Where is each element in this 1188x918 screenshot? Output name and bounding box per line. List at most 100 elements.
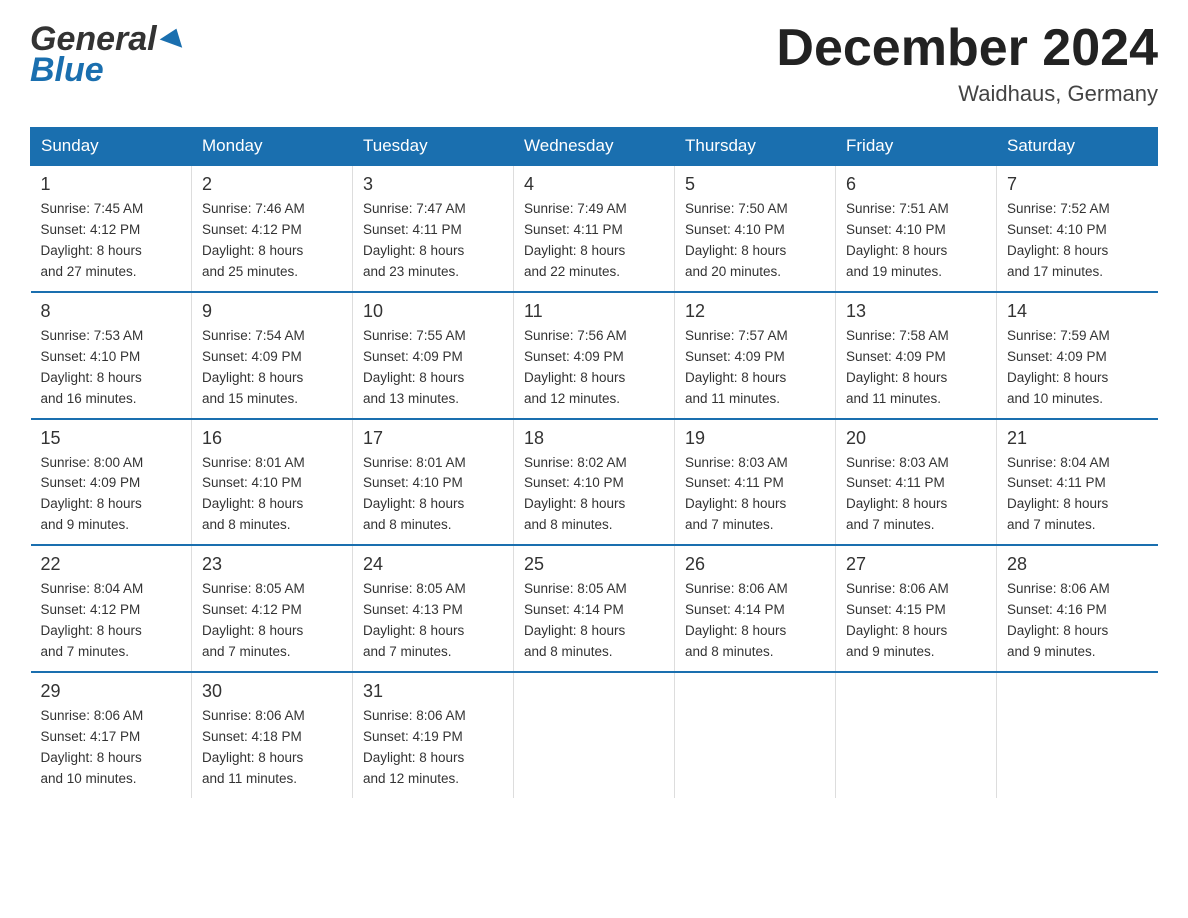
day-number: 11 xyxy=(524,301,664,322)
page-header: General Blue December 2024 Waidhaus, Ger… xyxy=(30,20,1158,107)
day-info: Sunrise: 8:00 AMSunset: 4:09 PMDaylight:… xyxy=(41,453,182,537)
header-monday: Monday xyxy=(192,128,353,166)
day-cell: 1 Sunrise: 7:45 AMSunset: 4:12 PMDayligh… xyxy=(31,165,192,292)
day-cell: 21 Sunrise: 8:04 AMSunset: 4:11 PMDaylig… xyxy=(997,419,1158,546)
day-info: Sunrise: 8:06 AMSunset: 4:18 PMDaylight:… xyxy=(202,706,342,790)
day-cell xyxy=(675,672,836,798)
day-number: 22 xyxy=(41,554,182,575)
month-title: December 2024 xyxy=(776,20,1158,77)
day-info: Sunrise: 7:53 AMSunset: 4:10 PMDaylight:… xyxy=(41,326,182,410)
title-area: December 2024 Waidhaus, Germany xyxy=(776,20,1158,107)
location: Waidhaus, Germany xyxy=(776,81,1158,107)
week-row-2: 8 Sunrise: 7:53 AMSunset: 4:10 PMDayligh… xyxy=(31,292,1158,419)
day-number: 31 xyxy=(363,681,503,702)
day-cell: 24 Sunrise: 8:05 AMSunset: 4:13 PMDaylig… xyxy=(353,545,514,672)
day-cell: 5 Sunrise: 7:50 AMSunset: 4:10 PMDayligh… xyxy=(675,165,836,292)
calendar-table: Sunday Monday Tuesday Wednesday Thursday… xyxy=(30,127,1158,797)
day-cell: 12 Sunrise: 7:57 AMSunset: 4:09 PMDaylig… xyxy=(675,292,836,419)
day-info: Sunrise: 7:59 AMSunset: 4:09 PMDaylight:… xyxy=(1007,326,1148,410)
day-number: 17 xyxy=(363,428,503,449)
day-number: 25 xyxy=(524,554,664,575)
day-cell: 3 Sunrise: 7:47 AMSunset: 4:11 PMDayligh… xyxy=(353,165,514,292)
day-cell: 31 Sunrise: 8:06 AMSunset: 4:19 PMDaylig… xyxy=(353,672,514,798)
day-number: 10 xyxy=(363,301,503,322)
header-saturday: Saturday xyxy=(997,128,1158,166)
day-info: Sunrise: 8:06 AMSunset: 4:16 PMDaylight:… xyxy=(1007,579,1148,663)
day-info: Sunrise: 8:04 AMSunset: 4:11 PMDaylight:… xyxy=(1007,453,1148,537)
day-cell: 15 Sunrise: 8:00 AMSunset: 4:09 PMDaylig… xyxy=(31,419,192,546)
day-info: Sunrise: 8:06 AMSunset: 4:19 PMDaylight:… xyxy=(363,706,503,790)
day-info: Sunrise: 7:51 AMSunset: 4:10 PMDaylight:… xyxy=(846,199,986,283)
logo: General Blue xyxy=(30,20,187,90)
week-row-4: 22 Sunrise: 8:04 AMSunset: 4:12 PMDaylig… xyxy=(31,545,1158,672)
day-info: Sunrise: 7:54 AMSunset: 4:09 PMDaylight:… xyxy=(202,326,342,410)
day-cell: 2 Sunrise: 7:46 AMSunset: 4:12 PMDayligh… xyxy=(192,165,353,292)
day-number: 24 xyxy=(363,554,503,575)
week-row-5: 29 Sunrise: 8:06 AMSunset: 4:17 PMDaylig… xyxy=(31,672,1158,798)
logo-blue: Blue xyxy=(30,51,104,90)
day-number: 16 xyxy=(202,428,342,449)
day-cell: 6 Sunrise: 7:51 AMSunset: 4:10 PMDayligh… xyxy=(836,165,997,292)
day-number: 29 xyxy=(41,681,182,702)
day-number: 30 xyxy=(202,681,342,702)
day-cell: 23 Sunrise: 8:05 AMSunset: 4:12 PMDaylig… xyxy=(192,545,353,672)
day-cell: 18 Sunrise: 8:02 AMSunset: 4:10 PMDaylig… xyxy=(514,419,675,546)
day-info: Sunrise: 7:46 AMSunset: 4:12 PMDaylight:… xyxy=(202,199,342,283)
day-cell: 9 Sunrise: 7:54 AMSunset: 4:09 PMDayligh… xyxy=(192,292,353,419)
day-number: 7 xyxy=(1007,174,1148,195)
day-info: Sunrise: 8:05 AMSunset: 4:13 PMDaylight:… xyxy=(363,579,503,663)
day-cell: 7 Sunrise: 7:52 AMSunset: 4:10 PMDayligh… xyxy=(997,165,1158,292)
day-number: 26 xyxy=(685,554,825,575)
day-info: Sunrise: 7:58 AMSunset: 4:09 PMDaylight:… xyxy=(846,326,986,410)
header-friday: Friday xyxy=(836,128,997,166)
day-info: Sunrise: 8:06 AMSunset: 4:14 PMDaylight:… xyxy=(685,579,825,663)
day-cell: 10 Sunrise: 7:55 AMSunset: 4:09 PMDaylig… xyxy=(353,292,514,419)
day-info: Sunrise: 8:01 AMSunset: 4:10 PMDaylight:… xyxy=(202,453,342,537)
day-number: 27 xyxy=(846,554,986,575)
day-number: 15 xyxy=(41,428,182,449)
day-cell: 4 Sunrise: 7:49 AMSunset: 4:11 PMDayligh… xyxy=(514,165,675,292)
day-cell xyxy=(836,672,997,798)
day-info: Sunrise: 7:52 AMSunset: 4:10 PMDaylight:… xyxy=(1007,199,1148,283)
day-number: 5 xyxy=(685,174,825,195)
day-cell: 26 Sunrise: 8:06 AMSunset: 4:14 PMDaylig… xyxy=(675,545,836,672)
day-number: 12 xyxy=(685,301,825,322)
day-cell: 25 Sunrise: 8:05 AMSunset: 4:14 PMDaylig… xyxy=(514,545,675,672)
day-info: Sunrise: 8:01 AMSunset: 4:10 PMDaylight:… xyxy=(363,453,503,537)
day-cell: 29 Sunrise: 8:06 AMSunset: 4:17 PMDaylig… xyxy=(31,672,192,798)
day-info: Sunrise: 8:06 AMSunset: 4:17 PMDaylight:… xyxy=(41,706,182,790)
day-info: Sunrise: 7:47 AMSunset: 4:11 PMDaylight:… xyxy=(363,199,503,283)
logo-arrow-icon xyxy=(159,24,187,52)
day-number: 9 xyxy=(202,301,342,322)
day-info: Sunrise: 7:56 AMSunset: 4:09 PMDaylight:… xyxy=(524,326,664,410)
day-number: 2 xyxy=(202,174,342,195)
day-cell: 14 Sunrise: 7:59 AMSunset: 4:09 PMDaylig… xyxy=(997,292,1158,419)
header-thursday: Thursday xyxy=(675,128,836,166)
day-cell: 28 Sunrise: 8:06 AMSunset: 4:16 PMDaylig… xyxy=(997,545,1158,672)
day-info: Sunrise: 8:05 AMSunset: 4:14 PMDaylight:… xyxy=(524,579,664,663)
day-cell: 20 Sunrise: 8:03 AMSunset: 4:11 PMDaylig… xyxy=(836,419,997,546)
day-number: 13 xyxy=(846,301,986,322)
day-cell: 16 Sunrise: 8:01 AMSunset: 4:10 PMDaylig… xyxy=(192,419,353,546)
day-info: Sunrise: 8:05 AMSunset: 4:12 PMDaylight:… xyxy=(202,579,342,663)
day-number: 1 xyxy=(41,174,182,195)
day-number: 21 xyxy=(1007,428,1148,449)
day-cell: 11 Sunrise: 7:56 AMSunset: 4:09 PMDaylig… xyxy=(514,292,675,419)
day-cell xyxy=(514,672,675,798)
day-number: 23 xyxy=(202,554,342,575)
day-info: Sunrise: 8:03 AMSunset: 4:11 PMDaylight:… xyxy=(846,453,986,537)
day-info: Sunrise: 7:57 AMSunset: 4:09 PMDaylight:… xyxy=(685,326,825,410)
day-number: 18 xyxy=(524,428,664,449)
day-cell: 13 Sunrise: 7:58 AMSunset: 4:09 PMDaylig… xyxy=(836,292,997,419)
day-cell: 17 Sunrise: 8:01 AMSunset: 4:10 PMDaylig… xyxy=(353,419,514,546)
day-info: Sunrise: 8:06 AMSunset: 4:15 PMDaylight:… xyxy=(846,579,986,663)
day-number: 8 xyxy=(41,301,182,322)
day-cell: 27 Sunrise: 8:06 AMSunset: 4:15 PMDaylig… xyxy=(836,545,997,672)
day-info: Sunrise: 7:55 AMSunset: 4:09 PMDaylight:… xyxy=(363,326,503,410)
day-info: Sunrise: 7:50 AMSunset: 4:10 PMDaylight:… xyxy=(685,199,825,283)
calendar-header-row: Sunday Monday Tuesday Wednesday Thursday… xyxy=(31,128,1158,166)
day-info: Sunrise: 7:49 AMSunset: 4:11 PMDaylight:… xyxy=(524,199,664,283)
day-number: 3 xyxy=(363,174,503,195)
day-info: Sunrise: 7:45 AMSunset: 4:12 PMDaylight:… xyxy=(41,199,182,283)
day-info: Sunrise: 8:04 AMSunset: 4:12 PMDaylight:… xyxy=(41,579,182,663)
